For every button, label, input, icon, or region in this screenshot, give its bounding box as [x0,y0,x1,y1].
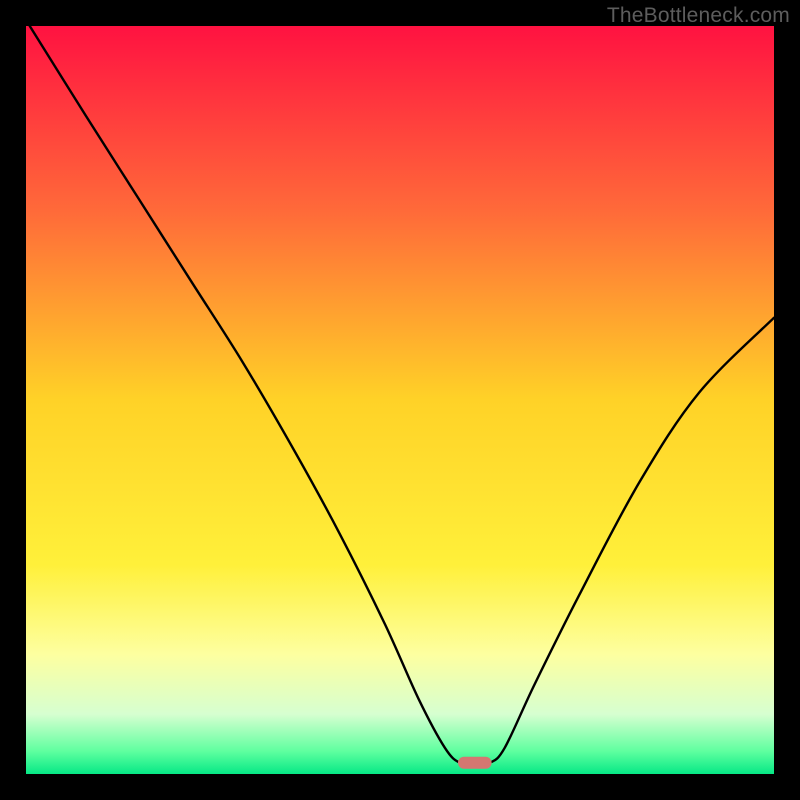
chart-background [26,26,774,774]
bottleneck-chart [26,26,774,774]
chart-svg [26,26,774,774]
watermark-label: TheBottleneck.com [607,4,790,28]
bottleneck-marker [458,757,492,769]
